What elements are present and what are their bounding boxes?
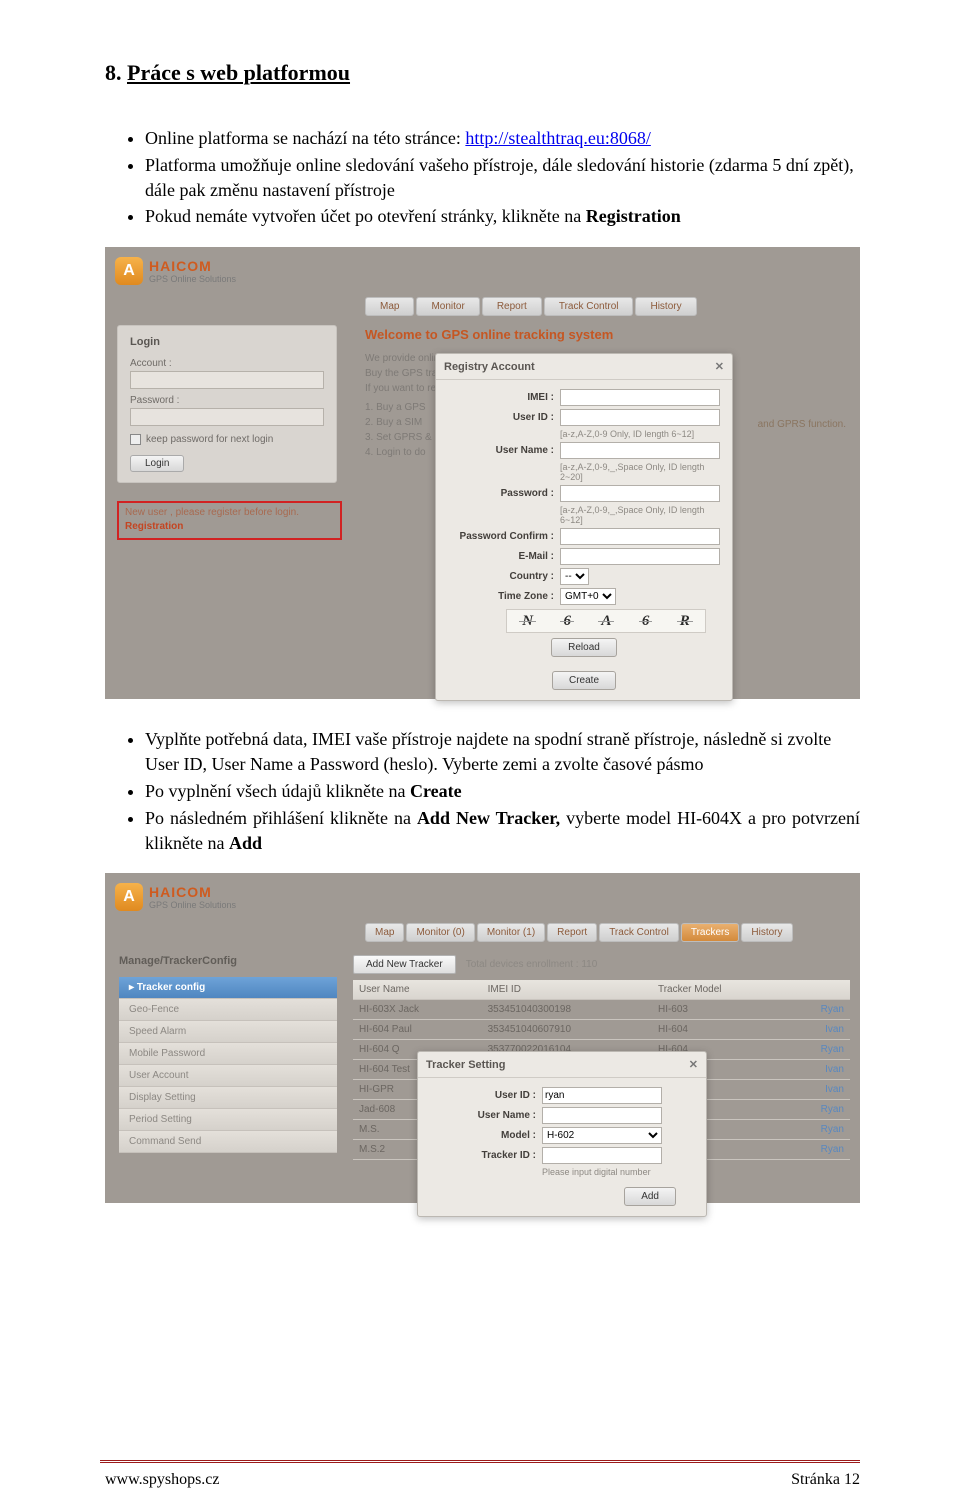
modal-title: Tracker Setting: [426, 1059, 505, 1071]
email-input[interactable]: [560, 548, 720, 565]
timezone-select[interactable]: GMT+0: [560, 588, 616, 605]
tab-item[interactable]: Track Control: [544, 297, 634, 316]
account-label: Account :: [130, 358, 324, 369]
side-note: and GPRS function.: [758, 419, 846, 430]
account-input[interactable]: [130, 371, 324, 389]
login-panel: Login Account : Password : keep password…: [117, 325, 337, 483]
footer-url: www.spyshops.cz: [105, 1471, 220, 1489]
brand-logo-icon: A: [115, 883, 143, 911]
list-item: Po vyplnění všech údajů klikněte na Crea…: [145, 779, 860, 804]
tracker-setting-modal: Tracker Setting ✕ User ID : User Name : …: [417, 1051, 707, 1217]
total-devices-label: Total devices enrollment : 110: [466, 959, 598, 970]
imei-input[interactable]: [560, 389, 720, 406]
table-row[interactable]: HI-604 Paul353451040607910HI-604Ivan: [353, 1020, 850, 1040]
create-button[interactable]: Create: [552, 671, 616, 690]
username-input[interactable]: [560, 442, 720, 459]
reload-button[interactable]: Reload: [551, 638, 617, 657]
keep-password-label: keep password for next login: [146, 434, 273, 445]
keep-password-checkbox[interactable]: [130, 434, 141, 445]
login-title: Login: [130, 336, 324, 348]
bullet-list-a: Online platforma se nachází na této strá…: [105, 126, 860, 229]
tab-item-active[interactable]: Trackers: [681, 923, 740, 942]
list-item: Platforma umožňuje online sledování vaše…: [145, 153, 860, 203]
registration-highlight: New user , please register before login.…: [117, 501, 342, 540]
close-icon[interactable]: ✕: [689, 1058, 698, 1071]
add-button[interactable]: Add: [624, 1187, 676, 1206]
menu-item[interactable]: Display Setting: [119, 1087, 337, 1109]
menu-item[interactable]: Period Setting: [119, 1109, 337, 1131]
page-number: Stránka 12: [791, 1471, 860, 1489]
brand: A HAICOM GPS Online Solutions: [115, 883, 236, 911]
list-item: Pokud nemáte vytvořen účet po otevření s…: [145, 204, 860, 229]
password-input[interactable]: [130, 408, 324, 426]
menu-item[interactable]: Command Send: [119, 1131, 337, 1153]
modal-title: Registry Account: [444, 361, 535, 373]
section-heading: 8. Práce s web platformou: [105, 60, 860, 86]
brand: A HAICOM GPS Online Solutions: [115, 257, 236, 285]
bullet-list-b: Vyplňte potřebná data, IMEI vaše přístro…: [105, 727, 860, 855]
side-menu: ▸ Tracker config Geo-Fence Speed Alarm M…: [119, 977, 337, 1153]
menu-item[interactable]: Speed Alarm: [119, 1021, 337, 1043]
close-icon[interactable]: ✕: [715, 360, 724, 373]
userid-input[interactable]: [560, 409, 720, 426]
menu-item-active[interactable]: ▸ Tracker config: [119, 977, 337, 999]
brand-logo-icon: A: [115, 257, 143, 285]
ts-trackerid-input[interactable]: [542, 1147, 662, 1164]
welcome-title: Welcome to GPS online tracking system: [365, 327, 613, 342]
tab-item[interactable]: Map: [365, 297, 414, 316]
captcha-image: N 6 A 6 R: [506, 609, 706, 633]
tab-item[interactable]: History: [635, 297, 696, 316]
top-tabs: Map Monitor (0) Monitor (1) Report Track…: [365, 923, 793, 942]
list-item: Po následném přihlášení klikněte na Add …: [145, 806, 860, 856]
registration-screenshot: A HAICOM GPS Online Solutions Map Monito…: [105, 247, 860, 699]
menu-item[interactable]: User Account: [119, 1065, 337, 1087]
menu-item[interactable]: Mobile Password: [119, 1043, 337, 1065]
table-row[interactable]: HI-603X Jack353451040300198HI-603Ryan: [353, 1000, 850, 1020]
list-item: Vyplňte potřebná data, IMEI vaše přístro…: [145, 727, 860, 777]
regpw-input[interactable]: [560, 485, 720, 502]
tracker-setting-screenshot: A HAICOM GPS Online Solutions Map Monito…: [105, 873, 860, 1203]
menu-item[interactable]: Geo-Fence: [119, 999, 337, 1021]
tab-item[interactable]: Map: [365, 923, 404, 942]
registry-modal: Registry Account ✕ IMEI : User ID : [a-z…: [435, 353, 733, 701]
tab-item[interactable]: Track Control: [599, 923, 679, 942]
tab-item[interactable]: History: [741, 923, 792, 942]
footer-rule: [100, 1460, 860, 1463]
add-new-tracker-button[interactable]: Add New Tracker: [353, 955, 456, 974]
tab-item[interactable]: Report: [482, 297, 542, 316]
regpw2-input[interactable]: [560, 528, 720, 545]
list-item: Online platforma se nachází na této strá…: [145, 126, 860, 151]
registration-link[interactable]: Registration: [125, 521, 334, 532]
ts-username-input[interactable]: [542, 1107, 662, 1124]
login-button[interactable]: Login: [130, 455, 184, 472]
breadcrumb: Manage/TrackerConfig: [119, 955, 237, 967]
tab-item[interactable]: Monitor (1): [477, 923, 545, 942]
country-select[interactable]: --: [560, 568, 589, 585]
tab-item[interactable]: Report: [547, 923, 597, 942]
password-label: Password :: [130, 395, 324, 406]
ts-model-select[interactable]: H-602: [542, 1127, 662, 1144]
page-footer: www.spyshops.cz Stránka 12: [105, 1471, 860, 1489]
top-tabs: Map Monitor Report Track Control History: [365, 297, 697, 316]
tab-item[interactable]: Monitor: [416, 297, 479, 316]
ts-userid-input[interactable]: [542, 1087, 662, 1104]
platform-link[interactable]: http://stealthtraq.eu:8068/: [465, 128, 650, 148]
tab-item[interactable]: Monitor (0): [406, 923, 474, 942]
